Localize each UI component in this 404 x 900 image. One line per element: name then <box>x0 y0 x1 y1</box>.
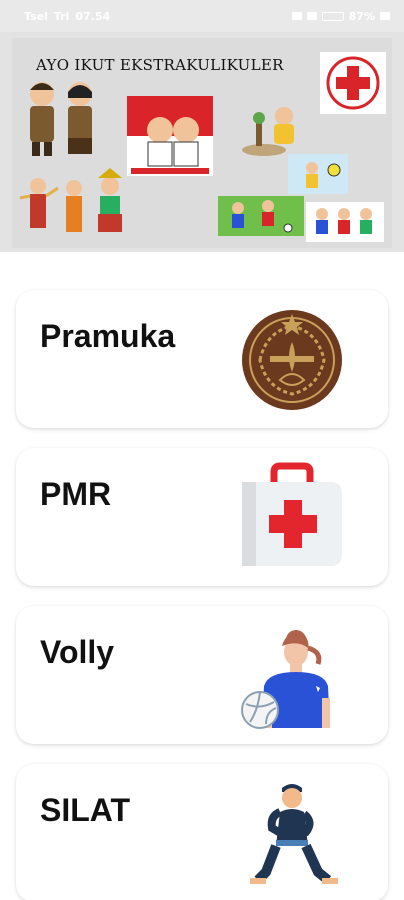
status-left: Tsel Tri 07.54 <box>24 10 110 23</box>
first-aid-kit-icon <box>242 462 342 566</box>
banner-title: AYO IKUT EKSTRAKULIKULER <box>36 56 284 74</box>
activity-label: Volly <box>40 634 115 670</box>
volleyball-player-icon <box>241 630 330 729</box>
flag-ceremony-image <box>127 96 213 176</box>
clock: 07.54 <box>75 9 111 23</box>
activity-card-pmr[interactable]: PMR <box>16 448 388 586</box>
activity-card-pramuka[interactable]: Pramuka <box>16 290 388 428</box>
battery-icon <box>321 11 344 21</box>
cultural-dancers-image <box>19 168 122 232</box>
scout-emblem-icon <box>242 310 342 410</box>
status-right: 87% <box>291 9 390 23</box>
wifi-icon <box>306 12 317 20</box>
red-cross-logo <box>320 52 386 114</box>
activity-card-silat[interactable]: SILAT <box>16 764 388 900</box>
silat-fighter-icon <box>250 784 338 884</box>
gardening-kid-image <box>242 107 294 156</box>
activity-label: SILAT <box>40 792 131 828</box>
sim-icon <box>380 12 390 20</box>
activity-card-volly[interactable]: Volly <box>16 606 388 744</box>
notification-icon <box>291 12 302 20</box>
soccer-image <box>218 196 304 236</box>
banner-image: AYO IKUT EKSTRAKULIKULER <box>12 38 392 248</box>
status-bar: Tsel Tri 07.54 87% <box>0 0 404 32</box>
activity-label: PMR <box>40 476 112 512</box>
carrier-label: Tsel <box>24 9 48 23</box>
battery-level: 87% <box>348 9 375 23</box>
carrier2-label: Tri <box>53 9 70 23</box>
header-banner: AYO IKUT EKSTRAKULIKULER <box>0 32 404 252</box>
activity-label: Pramuka <box>40 318 176 354</box>
scout-kids-image <box>30 82 92 156</box>
